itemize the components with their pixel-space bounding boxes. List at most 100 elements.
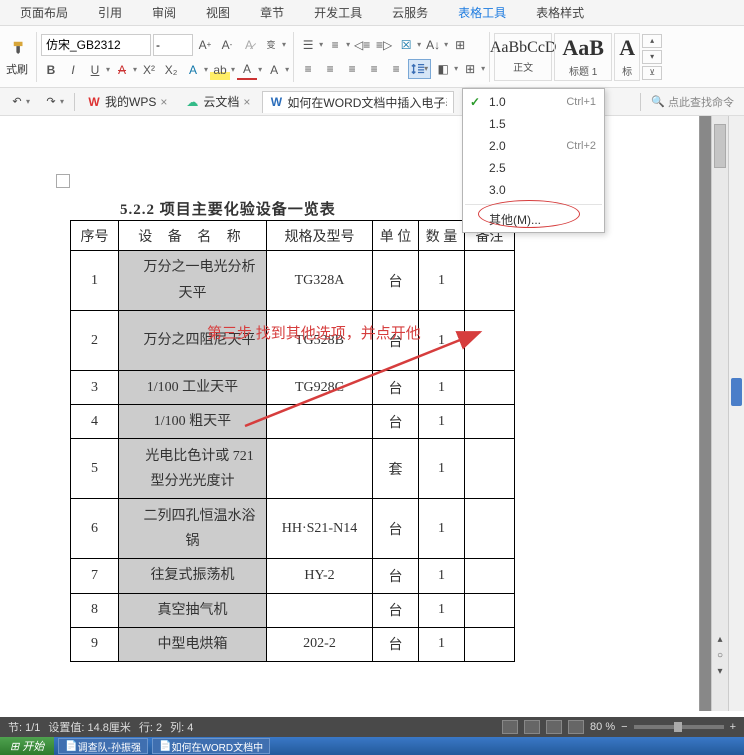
taskbar-item[interactable]: 📄如何在WORD文档中 [152, 738, 270, 754]
style-scroll-up[interactable]: ▴ [642, 34, 662, 48]
line-spacing-option[interactable]: 2.0Ctrl+2 [463, 135, 604, 157]
line-spacing-option[interactable]: 1.5 [463, 113, 604, 135]
style-body[interactable]: AaBbCcD 正文 [494, 33, 552, 81]
menu-tab-developer[interactable]: 开发工具 [314, 4, 362, 21]
next-page-button[interactable]: ▾ [712, 663, 728, 679]
table-row[interactable]: 1 万分之一电光分析天平TG328A台1 [71, 251, 515, 311]
menu-tab-table-tools[interactable]: 表格工具 [458, 4, 506, 21]
start-button[interactable]: ⊞开始 [0, 737, 54, 755]
cell-num: 7 [71, 559, 119, 593]
style-label: 正文 [513, 59, 533, 74]
align-right-button[interactable]: ≡ [342, 59, 362, 79]
prev-page-button[interactable]: ▴ [712, 631, 728, 647]
cell-name: 中型电烘箱 [119, 627, 267, 661]
style-preview: AaBbCcD [490, 39, 557, 57]
char-shading-button[interactable]: A [264, 60, 284, 80]
superscript-button[interactable]: X² [139, 60, 159, 80]
line-spacing-option[interactable]: 2.5 [463, 157, 604, 179]
table-row[interactable]: 5 光电比色计或 721型分光光度计套1 [71, 439, 515, 499]
zoom-slider[interactable] [634, 725, 724, 729]
vertical-scrollbar[interactable]: ▴ ○ ▾ [711, 116, 728, 711]
section-title: 5.2.2 项目主要化验设备一览表 [120, 198, 336, 219]
char-scale-button[interactable]: ☒ [396, 35, 416, 55]
style-heading[interactable]: A 标 [614, 33, 640, 81]
underline-button[interactable]: U [85, 60, 105, 80]
view-outline-button[interactable] [524, 720, 540, 734]
search-command[interactable]: 🔍 点此查找命令 [647, 94, 738, 110]
format-painter-icon[interactable] [6, 37, 32, 57]
line-spacing-option[interactable]: ✓1.0Ctrl+1 [463, 91, 604, 113]
tab-mywps[interactable]: W 我的WPS × [81, 91, 173, 113]
ls-value: 2.5 [489, 161, 506, 175]
bullet-list-button[interactable]: ☰ [298, 35, 318, 55]
table-row[interactable]: 6 二列四孔恒温水浴锅HH·S21-N14台1 [71, 499, 515, 559]
align-justify-button[interactable]: ≡ [364, 59, 384, 79]
table-row[interactable]: 9中型电烘箱202-2台1 [71, 627, 515, 661]
menu-tab-cloud[interactable]: 云服务 [392, 4, 428, 21]
tab-document-active[interactable]: W 如何在WORD文档中插入电子表格 [262, 91, 454, 113]
cell-qty: 1 [419, 559, 465, 593]
highlight-button[interactable]: ab [210, 60, 230, 80]
table-row[interactable]: 2 万分之四阻尼天平TG528B台1 [71, 311, 515, 371]
menu-tab-review[interactable]: 审阅 [152, 4, 176, 21]
phonetic-guide-button[interactable]: 变 [261, 35, 281, 55]
font-color-button[interactable]: A [237, 60, 257, 80]
view-read-button[interactable] [568, 720, 584, 734]
line-spacing-dropdown: ✓1.0Ctrl+11.52.0Ctrl+2 2.5 3.0 其他(M)... [462, 88, 605, 233]
menu-tab-table-styles[interactable]: 表格样式 [536, 4, 584, 21]
close-icon[interactable]: × [160, 95, 167, 109]
show-marks-button[interactable]: ⊞ [450, 35, 470, 55]
shading-button[interactable]: ◧ [433, 59, 453, 79]
font-shrink-button[interactable]: A- [217, 35, 237, 55]
align-left-button[interactable]: ≡ [298, 59, 318, 79]
view-web-button[interactable] [546, 720, 562, 734]
object-browse-button[interactable]: ○ [712, 647, 728, 663]
ruler-marker[interactable] [731, 378, 742, 406]
zoom-out-button[interactable]: − [621, 721, 627, 733]
borders-button[interactable]: ⊞ [460, 59, 480, 79]
style-scroll-down[interactable]: ▾ [642, 50, 662, 64]
table-row[interactable]: 8真空抽气机台1 [71, 593, 515, 627]
align-distribute-button[interactable]: ≡ [386, 59, 406, 79]
zoom-thumb[interactable] [674, 722, 682, 732]
view-print-button[interactable] [502, 720, 518, 734]
sort-button[interactable]: A↓ [423, 35, 443, 55]
menu-tab-references[interactable]: 引用 [98, 4, 122, 21]
redo-button[interactable]: ↷▾ [40, 95, 68, 109]
undo-button[interactable]: ↶▾ [6, 95, 34, 109]
ruler-corner [56, 174, 70, 188]
menu-tab-chapter[interactable]: 章节 [260, 4, 284, 21]
italic-button[interactable]: I [63, 60, 83, 80]
line-spacing-option[interactable]: 3.0 [463, 179, 604, 201]
scrollbar-thumb[interactable] [714, 124, 726, 168]
line-spacing-other[interactable]: 其他(M)... [463, 208, 604, 230]
cell-qty: 1 [419, 593, 465, 627]
clear-format-button[interactable]: A̷ [239, 35, 259, 55]
table-row[interactable]: 7往复式振荡机HY-2台1 [71, 559, 515, 593]
taskbar-item[interactable]: 📄调查队-孙振强 [58, 738, 148, 754]
font-size-select[interactable] [153, 34, 193, 56]
wps-logo-icon: W [87, 95, 101, 109]
text-effects-button[interactable]: A [183, 60, 203, 80]
font-family-select[interactable] [41, 34, 151, 56]
font-grow-button[interactable]: A+ [195, 35, 215, 55]
zoom-percent[interactable]: 80 % [590, 721, 615, 733]
line-spacing-button[interactable]: ▾ [408, 59, 431, 79]
number-list-button[interactable]: ≡ [325, 35, 345, 55]
subscript-button[interactable]: X₂ [161, 60, 181, 80]
tab-yunwendang[interactable]: ☁ 云文档 × [179, 91, 256, 113]
align-center-button[interactable]: ≡ [320, 59, 340, 79]
table-row[interactable]: 41/100 粗天平台1 [71, 405, 515, 439]
zoom-in-button[interactable]: + [730, 721, 736, 733]
menu-tab-view[interactable]: 视图 [206, 4, 230, 21]
table-row[interactable]: 31/100 工业天平TG928C台1 [71, 371, 515, 405]
strikethrough-button[interactable]: A [112, 60, 132, 80]
style-expand[interactable]: ⊻ [642, 66, 662, 80]
bold-button[interactable]: B [41, 60, 61, 80]
menu-tab-page-layout[interactable]: 页面布局 [20, 4, 68, 21]
indent-button[interactable]: ≡▷ [374, 35, 394, 55]
close-icon[interactable]: × [243, 95, 250, 109]
style-heading1[interactable]: AaB 标题 1 [554, 33, 612, 81]
outdent-button[interactable]: ◁≡ [352, 35, 372, 55]
cell-num: 9 [71, 627, 119, 661]
